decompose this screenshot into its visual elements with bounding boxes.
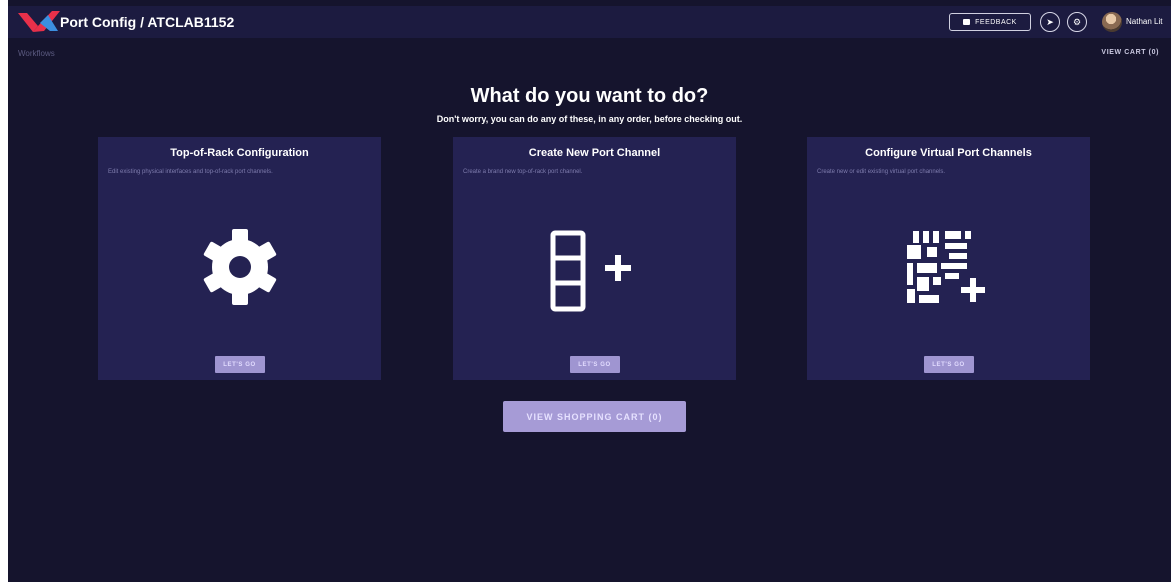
card-title: Top-of-Rack Configuration: [170, 147, 309, 159]
card-title: Configure Virtual Port Channels: [865, 147, 1032, 159]
settings-button[interactable]: ⚙: [1067, 12, 1087, 32]
lets-go-button[interactable]: LET'S GO: [214, 356, 265, 373]
card-virtual-port-channels: Configure Virtual Port Channels Create n…: [807, 137, 1090, 380]
user-name[interactable]: Nathan Lit: [1126, 17, 1162, 26]
avatar[interactable]: [1102, 12, 1122, 32]
card-description: Create a brand new top-of-rack port chan…: [463, 169, 583, 175]
page-title: What do you want to do?: [470, 85, 709, 107]
app-title: Port Config / ATCLAB1152: [60, 14, 235, 30]
top-bar: Port Config / ATCLAB1152 FEEDBACK ➤ ⚙ Na…: [8, 6, 1171, 38]
card-create-port-channel: Create New Port Channel Create a brand n…: [453, 137, 736, 380]
rocket-button[interactable]: ➤: [1040, 12, 1060, 32]
card-top-of-rack: Top-of-Rack Configuration Edit existing …: [98, 137, 381, 380]
feedback-label: FEEDBACK: [975, 18, 1017, 26]
card-description: Create new or edit existing virtual port…: [817, 169, 946, 175]
app-window: Port Config / ATCLAB1152 FEEDBACK ➤ ⚙ Na…: [8, 0, 1171, 582]
page-subtitle: Don't worry, you can do any of these, in…: [436, 114, 743, 124]
lets-go-button[interactable]: LET'S GO: [569, 356, 620, 373]
card-description: Edit existing physical interfaces and to…: [108, 169, 273, 175]
gear-small-icon: ⚙: [1072, 16, 1082, 27]
feedback-button[interactable]: FEEDBACK: [949, 13, 1031, 31]
matrix-plus-icon: [906, 231, 985, 303]
chat-icon: [963, 19, 971, 25]
view-cart-link[interactable]: VIEW CART (0): [1101, 49, 1159, 56]
stack-plus-icon: [550, 230, 631, 312]
view-shopping-cart-button[interactable]: VIEW SHOPPING CART (0): [503, 401, 686, 432]
app-logo[interactable]: [18, 9, 62, 35]
card-title: Create New Port Channel: [528, 147, 661, 159]
lets-go-button[interactable]: LET'S GO: [923, 356, 974, 373]
breadcrumb[interactable]: Workflows: [18, 49, 55, 58]
rocket-icon: ➤: [1046, 16, 1054, 27]
gear-icon: [203, 229, 276, 305]
